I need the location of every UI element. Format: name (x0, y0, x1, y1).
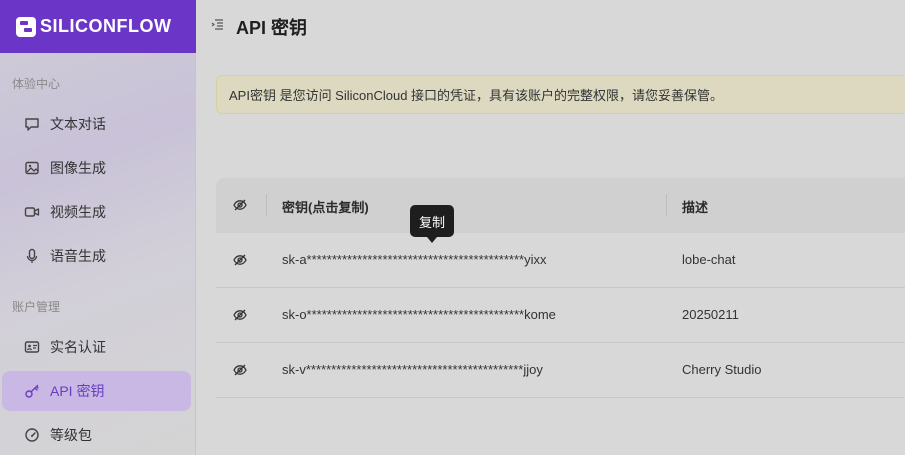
column-separator (666, 194, 667, 216)
sidebar-item-text-chat[interactable]: 文本对话 (0, 104, 190, 144)
table-row: sk-o************************************… (216, 288, 905, 343)
sidebar-item-image-gen[interactable]: 图像生成 (0, 148, 190, 188)
sidebar-item-label: 等级包 (50, 427, 92, 443)
siliconflow-logo-icon (16, 16, 36, 37)
api-keys-table: 密钥(点击复制) 描述 sk-a************************… (216, 178, 905, 398)
column-header-key: 密钥(点击复制) (282, 200, 369, 215)
column-header-description: 描述 (682, 200, 709, 215)
key-icon (24, 383, 40, 399)
sidebar-item-voice-gen[interactable]: 语音生成 (0, 236, 190, 276)
key-description: lobe-chat (682, 252, 736, 267)
sidebar-item-level-package[interactable]: 等级包 (0, 415, 190, 455)
key-description: 20250211 (682, 307, 739, 322)
info-notice: API密钥 是您访问 SiliconCloud 接口的凭证，具有该账户的完整权限… (216, 75, 905, 114)
sidebar-item-label: API 密钥 (50, 383, 105, 399)
copy-tooltip: 复制 (410, 205, 454, 243)
table-row: sk-a************************************… (216, 233, 905, 288)
sidebar-item-label: 实名认证 (50, 339, 106, 355)
sidebar-item-label: 视频生成 (50, 204, 106, 220)
gauge-icon (24, 427, 40, 443)
eye-off-icon[interactable] (233, 198, 247, 212)
sidebar-item-video-gen[interactable]: 视频生成 (0, 192, 190, 232)
video-camera-icon (24, 204, 40, 220)
logo-text: SILICONFLOW (40, 16, 172, 36)
table-header: 密钥(点击复制) 描述 (216, 178, 905, 233)
key-description: Cherry Studio (682, 362, 762, 377)
eye-off-icon[interactable] (233, 253, 247, 267)
sidebar: SILICONFLOW 体验中心 文本对话 图像生成 视频生成 语音生成 账户管… (0, 0, 196, 455)
chat-bubble-icon (24, 116, 40, 132)
sidebar-item-label: 图像生成 (50, 160, 106, 176)
section-label-experience: 体验中心 (12, 77, 61, 91)
sidebar-item-label: 语音生成 (50, 248, 106, 264)
section-label-account: 账户管理 (12, 300, 61, 314)
sidebar-item-label: 文本对话 (50, 116, 106, 132)
notice-text: API密钥 是您访问 SiliconCloud 接口的凭证，具有该账户的完整权限… (229, 88, 724, 103)
microphone-icon (24, 248, 40, 264)
logo-bar[interactable]: SILICONFLOW (0, 0, 196, 53)
api-key-value[interactable]: sk-o************************************… (282, 307, 556, 322)
id-card-icon (24, 339, 40, 355)
column-separator (266, 194, 267, 216)
eye-off-icon[interactable] (233, 308, 247, 322)
image-icon (24, 160, 40, 176)
sidebar-item-api-keys[interactable]: API 密钥 (2, 371, 191, 411)
sidebar-item-verification[interactable]: 实名认证 (0, 327, 190, 367)
api-key-value[interactable]: sk-a************************************… (282, 252, 547, 267)
table-row: sk-v************************************… (216, 343, 905, 398)
api-key-value[interactable]: sk-v************************************… (282, 362, 543, 377)
menu-collapse-icon[interactable] (211, 18, 224, 31)
eye-off-icon[interactable] (233, 363, 247, 377)
page-title: API 密钥 (236, 18, 308, 38)
